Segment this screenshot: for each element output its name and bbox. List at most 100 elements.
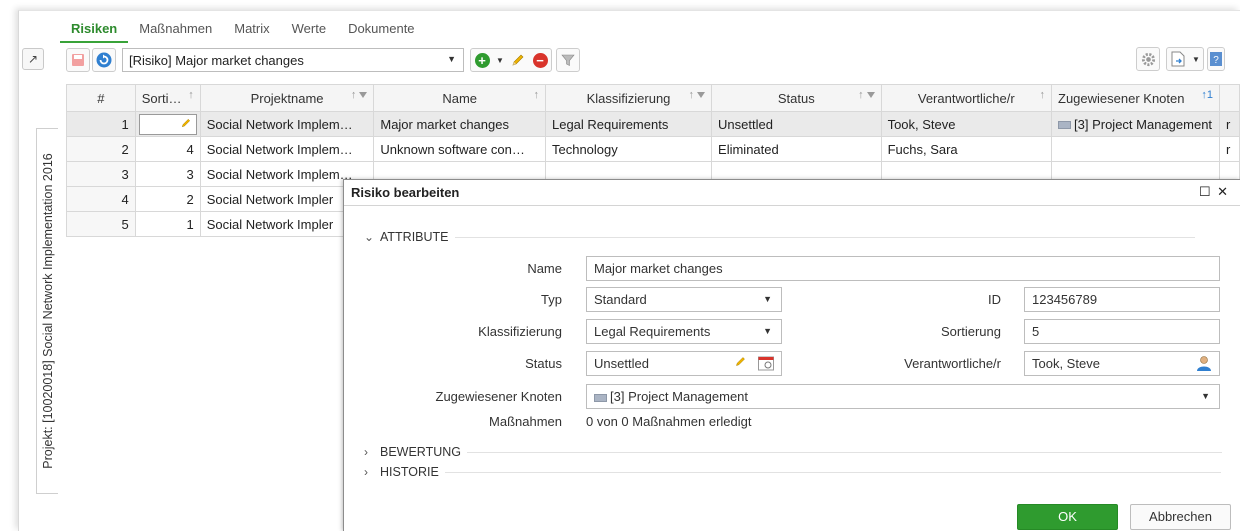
section-bewertung[interactable]: › BEWERTUNG [364,445,1230,459]
sortierung-field[interactable]: 5 [1024,319,1220,344]
user-picker-icon[interactable] [1195,354,1213,375]
col-header-number[interactable]: # [66,84,136,112]
chevron-down-icon: ▼ [447,54,456,64]
edit-button[interactable] [507,49,529,71]
col-header-knoten[interactable]: Zugewiesener Knoten ↑1 [1051,84,1220,112]
label-klassifizierung: Klassifizierung [478,324,562,339]
label-massnahmen: Maßnahmen [489,414,562,429]
col-header-status[interactable]: Status ↑ [711,84,882,112]
cell-sort: 2 [134,186,201,212]
col-header-knoten-label: Zugewiesener Knoten [1058,90,1185,106]
cancel-button[interactable]: Abbrechen [1130,504,1231,530]
cell-sort-editor[interactable] [134,111,201,137]
add-dropdown-icon[interactable]: ▼ [493,49,507,71]
export-dropdown-icon[interactable]: ▼ [1189,48,1203,70]
expand-icon[interactable]: ↗ [22,48,44,70]
risk-select[interactable]: [Risiko] Major market changes ▼ [122,48,464,72]
label-id: ID [988,292,1001,307]
name-field[interactable]: Major market changes [586,256,1220,281]
label-name: Name [527,261,562,276]
cell-extra: r [1218,136,1240,162]
knoten-select[interactable]: [3] Project Management ▼ [586,384,1220,409]
settings-button[interactable] [1136,47,1160,71]
cell-status: Eliminated [711,136,882,162]
cell-number: 4 [66,186,136,212]
project-side-tab[interactable]: Projekt: [10020018] Social Network Imple… [36,128,58,494]
col-header-projektname-label: Projektname [250,90,324,106]
cell-node-label: [3] Project Management [1074,116,1213,132]
refresh-button[interactable] [92,48,116,72]
cell-extra: r [1218,111,1240,137]
status-field-value: Unsettled [594,356,649,371]
cell-number: 2 [66,136,136,162]
save-button[interactable] [66,48,90,72]
status-field[interactable]: Unsettled [586,351,782,376]
section-bewertung-label: BEWERTUNG [380,445,462,459]
delete-button[interactable]: − [529,49,551,71]
toolbar: [Risiko] Major market changes ▼ + ▼ − [66,47,582,73]
tab-werte[interactable]: Werte [281,19,337,43]
pencil-icon[interactable] [734,355,747,371]
section-divider [467,451,1223,453]
add-button[interactable]: + [471,49,493,71]
tab-risiken[interactable]: Risiken [60,19,129,43]
klassifizierung-select[interactable]: Legal Requirements ▼ [586,319,782,344]
cell-project: Social Network Implem… [199,136,375,162]
close-icon[interactable]: ✕ [1217,184,1228,199]
maximize-icon[interactable]: ☐ [1199,184,1211,199]
cell-owner: Took, Steve [880,111,1053,137]
label-knoten: Zugewiesener Knoten [435,389,562,404]
tab-massnahmen[interactable]: Maßnahmen [128,19,223,43]
cell-name: Major market changes [373,111,546,137]
verantwortliche-field[interactable]: Took, Steve [1024,351,1220,376]
table-header: # Sorti… ↑ Projektname ↑ Name ↑ Klassifizie… [66,84,1240,112]
minus-icon: − [532,52,548,68]
section-historie[interactable]: › HISTORIE [364,465,1230,479]
col-header-projektname[interactable]: Projektname ↑ [199,84,375,112]
table-row[interactable]: 2 4 Social Network Implem… Unknown softw… [66,136,1240,162]
cell-sort: 3 [134,161,201,187]
node-icon [1058,121,1072,130]
typ-select[interactable]: Standard ▼ [586,287,782,312]
chevron-down-icon: ▼ [1201,391,1210,401]
dialog-titlebar: Risiko bearbeiten ☐ ✕ [344,180,1240,206]
col-header-verantwortliche[interactable]: Verantwortliche/r ↑ [880,84,1053,112]
export-button-group: ▼ [1166,47,1204,71]
knoten-select-value: [3] Project Management [610,389,749,404]
col-header-more[interactable] [1218,84,1240,112]
section-attribute[interactable]: ⌄ ATTRIBUTE [364,230,1230,244]
col-header-sort-label: Sorti… [141,90,182,106]
section-divider [444,471,1221,473]
col-header-klassifizierung[interactable]: Klassifizierung ↑ [544,84,713,112]
cell-class: Technology [544,136,713,162]
sort-order-number: 1 [1206,89,1213,101]
klassifizierung-select-value: Legal Requirements [594,324,711,339]
col-header-sort[interactable]: Sorti… ↑ [134,84,201,112]
filter-button[interactable] [556,48,580,72]
tab-dokumente[interactable]: Dokumente [337,19,425,43]
cell-sort: 4 [134,136,201,162]
sort-edit-field[interactable] [138,113,197,135]
filter-icon [561,54,575,66]
main-tabs: Risiken Maßnahmen Matrix Werte Dokumente [60,19,426,43]
col-header-name[interactable]: Name ↑ [373,84,546,112]
dialog-controls: ☐ ✕ [1199,184,1228,200]
cell-number: 1 [66,111,136,137]
id-field[interactable]: 123456789 [1024,287,1220,312]
table-row[interactable]: 1 Social Network Implem… Major market ch… [66,111,1240,137]
export-button[interactable] [1167,48,1189,70]
project-side-tab-label: Projekt: [10020018] Social Network Imple… [40,153,55,469]
sort-arrow-icon: ↑ [1039,89,1046,101]
ok-button[interactable]: OK [1017,504,1118,530]
label-sortierung: Sortierung [941,324,1001,339]
col-header-status-label: Status [777,90,815,106]
calendar-icon[interactable] [757,354,775,375]
sort-filter-icon: ↑ [351,89,368,101]
pencil-icon [512,54,524,66]
help-button[interactable]: ? [1207,47,1225,71]
massnahmen-value: 0 von 0 Maßnahmen erledigt [586,414,752,429]
tab-matrix[interactable]: Matrix [223,19,280,43]
chevron-right-icon: › [364,465,368,479]
chevron-down-icon: ▼ [763,294,772,304]
sort-filter-icon: ↑ [689,89,706,101]
